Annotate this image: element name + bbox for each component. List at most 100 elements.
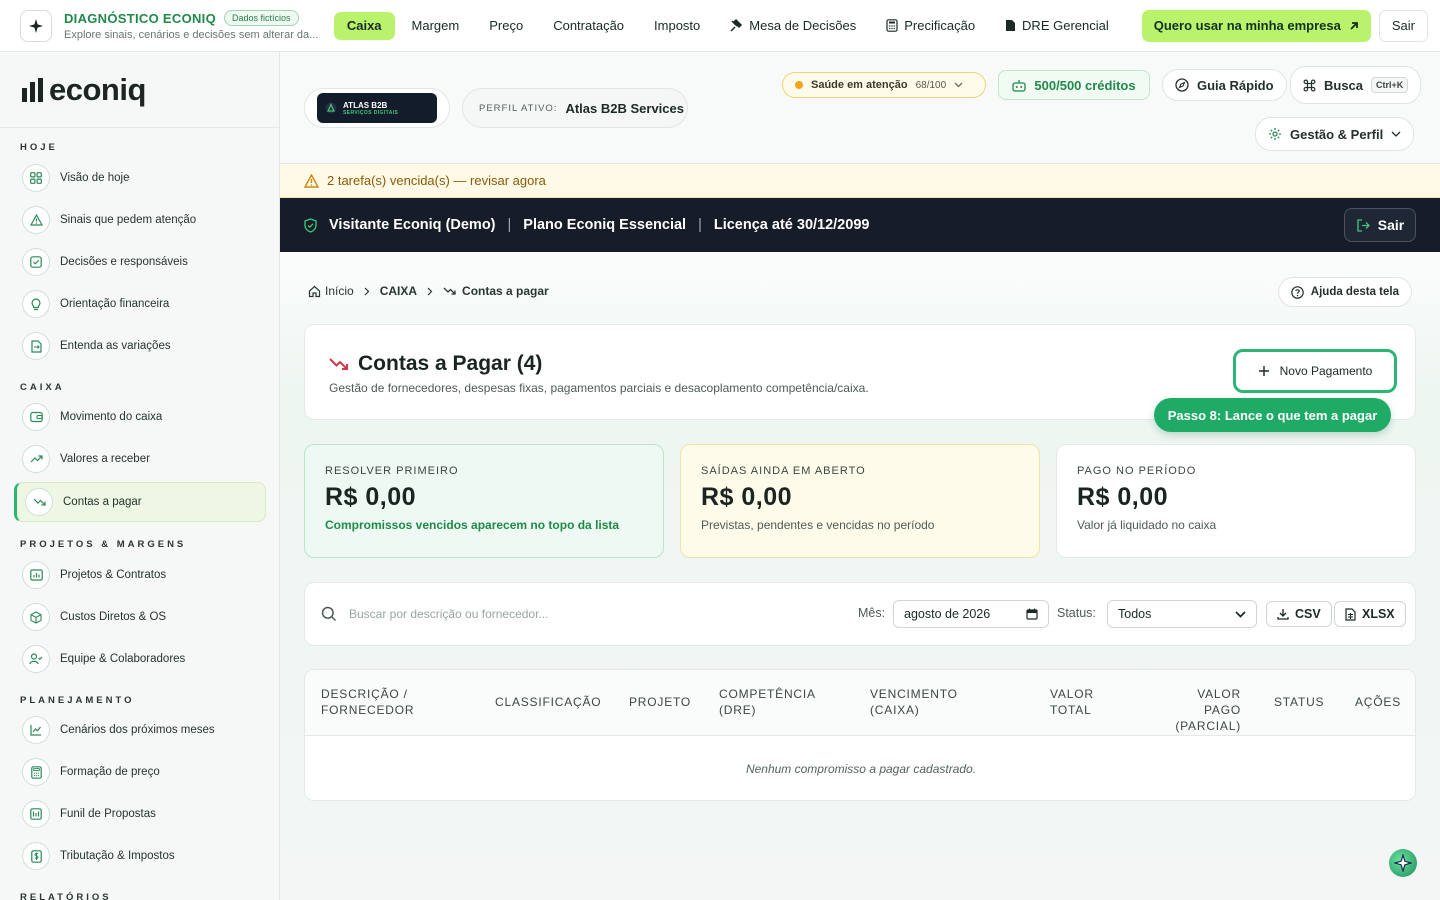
breadcrumb-home[interactable]: Início: [325, 284, 354, 298]
spreadsheet-icon: [1345, 607, 1356, 621]
kpi-value: R$ 0,00: [1077, 483, 1169, 511]
col-acoes[interactable]: AÇÕES: [1355, 694, 1401, 710]
kpi-saidas-em-aberto: SAÍDAS AINDA EM ABERTO R$ 0,00 Previstas…: [680, 444, 1040, 558]
page-title-row: Contas a Pagar (4): [329, 352, 542, 376]
sidebar-item-decisoes[interactable]: Decisões e responsáveis: [14, 242, 266, 282]
search-button[interactable]: Busca Ctrl+K: [1290, 66, 1422, 104]
active-profile[interactable]: PERFIL ATIVO: Atlas B2B Services: [462, 88, 688, 128]
overdue-alert-text: 2 tarefa(s) vencida(s) — revisar agora: [327, 173, 546, 188]
main-content: ATLAS B2B SERVIÇOS DIGITAIS PERFIL ATIVO…: [280, 52, 1440, 900]
sidebar-item-custos-diretos[interactable]: Custos Diretos & OS: [14, 597, 266, 637]
sidebar: econiq HOJE Visão de hoje Sinais que ped…: [0, 52, 280, 900]
box-icon: [22, 603, 50, 631]
export-xlsx-button[interactable]: XLSX: [1334, 601, 1406, 627]
col-vencimento[interactable]: VENCIMENTO (CAIXA): [870, 686, 958, 718]
bars-logo-icon: [22, 77, 44, 102]
search-input[interactable]: [349, 601, 669, 627]
new-payment-button[interactable]: Novo Pagamento: [1233, 349, 1397, 393]
sidebar-item-orientacao[interactable]: Orientação financeira: [14, 284, 266, 324]
top-nav-margem[interactable]: Margem: [399, 12, 473, 40]
col-valor-total[interactable]: VALOR TOTAL: [1050, 686, 1094, 718]
grid-icon: [22, 164, 50, 192]
robot-icon: [1012, 79, 1027, 92]
top-nav-preco[interactable]: Preço: [476, 12, 536, 40]
top-bar: DIAGNÓSTICO ECONIQ Dados fictícios Explo…: [0, 0, 1440, 52]
col-descricao[interactable]: DESCRIÇÃO / FORNECEDOR: [321, 686, 414, 718]
license-exit-button[interactable]: Sair: [1344, 208, 1416, 242]
col-projeto[interactable]: PROJETO: [629, 694, 691, 710]
kpi-label: PAGO NO PERÍODO: [1077, 465, 1197, 477]
top-nav-dre-gerencial[interactable]: DRE Gerencial: [992, 12, 1122, 40]
command-icon: [1303, 79, 1316, 92]
sidebar-item-cenarios[interactable]: Cenários dos próximos meses: [14, 710, 266, 750]
econiq-logo[interactable]: econiq: [0, 52, 279, 128]
wallet-icon: [22, 403, 50, 431]
top-exit-button[interactable]: Sair: [1378, 9, 1428, 42]
fictitious-data-badge: Dados fictícios: [224, 10, 299, 26]
col-competencia[interactable]: COMPETÊNCIA (DRE): [719, 686, 816, 718]
top-nav-precificacao[interactable]: Precificação: [873, 12, 988, 40]
sidebar-item-variacoes[interactable]: Entenda as variações: [14, 326, 266, 366]
table-empty-message: Nenhum compromisso a pagar cadastrado.: [745, 762, 977, 776]
kpi-label: SAÍDAS AINDA EM ABERTO: [701, 465, 866, 477]
chevron-down-icon: [1235, 610, 1246, 618]
settings-profile-button[interactable]: Gestão & Perfil: [1255, 117, 1415, 151]
sidebar-item-formacao-preco[interactable]: Formação de preço: [14, 752, 266, 792]
status-label: Status:: [1057, 606, 1096, 620]
table-header: DESCRIÇÃO / FORNECEDOR CLASSIFICAÇÃO PROJ…: [305, 670, 1415, 736]
sidebar-item-sinais[interactable]: Sinais que pedem atenção: [14, 200, 266, 240]
top-nav-imposto[interactable]: Imposto: [641, 12, 713, 40]
kpi-label: RESOLVER PRIMEIRO: [325, 465, 459, 477]
calculator-icon: [886, 19, 898, 32]
sidebar-item-equipe[interactable]: Equipe & Colaboradores: [14, 639, 266, 679]
license-bar: Visitante Econiq (Demo) | Plano Econiq E…: [280, 198, 1440, 252]
license-expiry: Licença até 30/12/2099: [713, 217, 870, 233]
top-nav-contratacao[interactable]: Contratação: [540, 12, 637, 40]
month-picker[interactable]: agosto de 2026: [893, 600, 1049, 628]
sidebar-item-contas-pagar[interactable]: Contas a pagar: [14, 482, 266, 522]
shield-check-icon: [304, 217, 317, 233]
export-csv-button[interactable]: CSV: [1266, 601, 1332, 627]
use-in-company-button[interactable]: Quero usar na minha empresa: [1141, 9, 1371, 42]
sparkle-icon[interactable]: [20, 9, 52, 42]
quick-guide-button[interactable]: Guia Rápido: [1162, 69, 1287, 101]
payables-table: DESCRIÇÃO / FORNECEDOR CLASSIFICAÇÃO PROJ…: [304, 669, 1416, 801]
sidebar-item-valores-receber[interactable]: Valores a receber: [14, 439, 266, 479]
lightbulb-icon: [22, 290, 50, 318]
overdue-alert[interactable]: 2 tarefa(s) vencida(s) — revisar agora: [280, 164, 1440, 198]
logout-icon: [1356, 218, 1370, 232]
user-check-icon: [22, 645, 50, 673]
trend-down-icon: [25, 488, 53, 516]
top-nav-mesa-decisoes[interactable]: Mesa de Decisões: [717, 12, 869, 40]
col-status[interactable]: STATUS: [1274, 694, 1324, 710]
kpi-value: R$ 0,00: [325, 483, 417, 511]
kpi-note: Valor já liquidado no caixa: [1077, 518, 1217, 532]
status-select[interactable]: Todos: [1107, 600, 1257, 628]
sidebar-section-hoje: HOJE: [20, 142, 58, 153]
breadcrumb-section[interactable]: CAIXA: [380, 284, 417, 298]
company-logo-tagline: SERVIÇOS DIGITAIS: [343, 109, 399, 116]
line-chart-icon: [22, 716, 50, 744]
sidebar-section-projetos: PROJETOS & MARGENS: [20, 539, 187, 550]
onboarding-step-tip[interactable]: Passo 8: Lance o que tem a pagar: [1154, 398, 1391, 432]
credits-button[interactable]: 500/500 créditos: [998, 70, 1150, 100]
sidebar-item-visao-de-hoje[interactable]: Visão de hoje: [14, 158, 266, 198]
chevron-right-icon: [427, 287, 433, 296]
col-classificacao[interactable]: CLASSIFICAÇÃO: [495, 694, 601, 710]
check-square-icon: [22, 248, 50, 276]
health-status-dropdown[interactable]: Saúde em atenção 68/100: [782, 72, 986, 98]
screen-help-button[interactable]: Ajuda desta tela: [1277, 277, 1412, 307]
sidebar-item-movimento-caixa[interactable]: Movimento do caixa: [14, 397, 266, 437]
col-valor-pago[interactable]: VALOR PAGO (PARCIAL): [1163, 686, 1241, 734]
top-nav-caixa[interactable]: Caixa: [333, 11, 395, 40]
company-selector[interactable]: ATLAS B2B SERVIÇOS DIGITAIS: [304, 88, 450, 128]
trend-down-icon: [443, 286, 456, 296]
assistant-sparkle-icon[interactable]: [1389, 849, 1417, 877]
sidebar-item-funil-propostas[interactable]: Funil de Propostas: [14, 794, 266, 834]
home-icon: [308, 285, 321, 298]
page-subtitle: Gestão de fornecedores, despesas fixas, …: [329, 381, 869, 395]
logo-wordmark: econiq: [49, 71, 146, 107]
sidebar-item-tributacao[interactable]: Tributação & Impostos: [14, 836, 266, 876]
sidebar-item-projetos-contratos[interactable]: Projetos & Contratos: [14, 555, 266, 595]
dollar-file-icon: [22, 842, 50, 870]
